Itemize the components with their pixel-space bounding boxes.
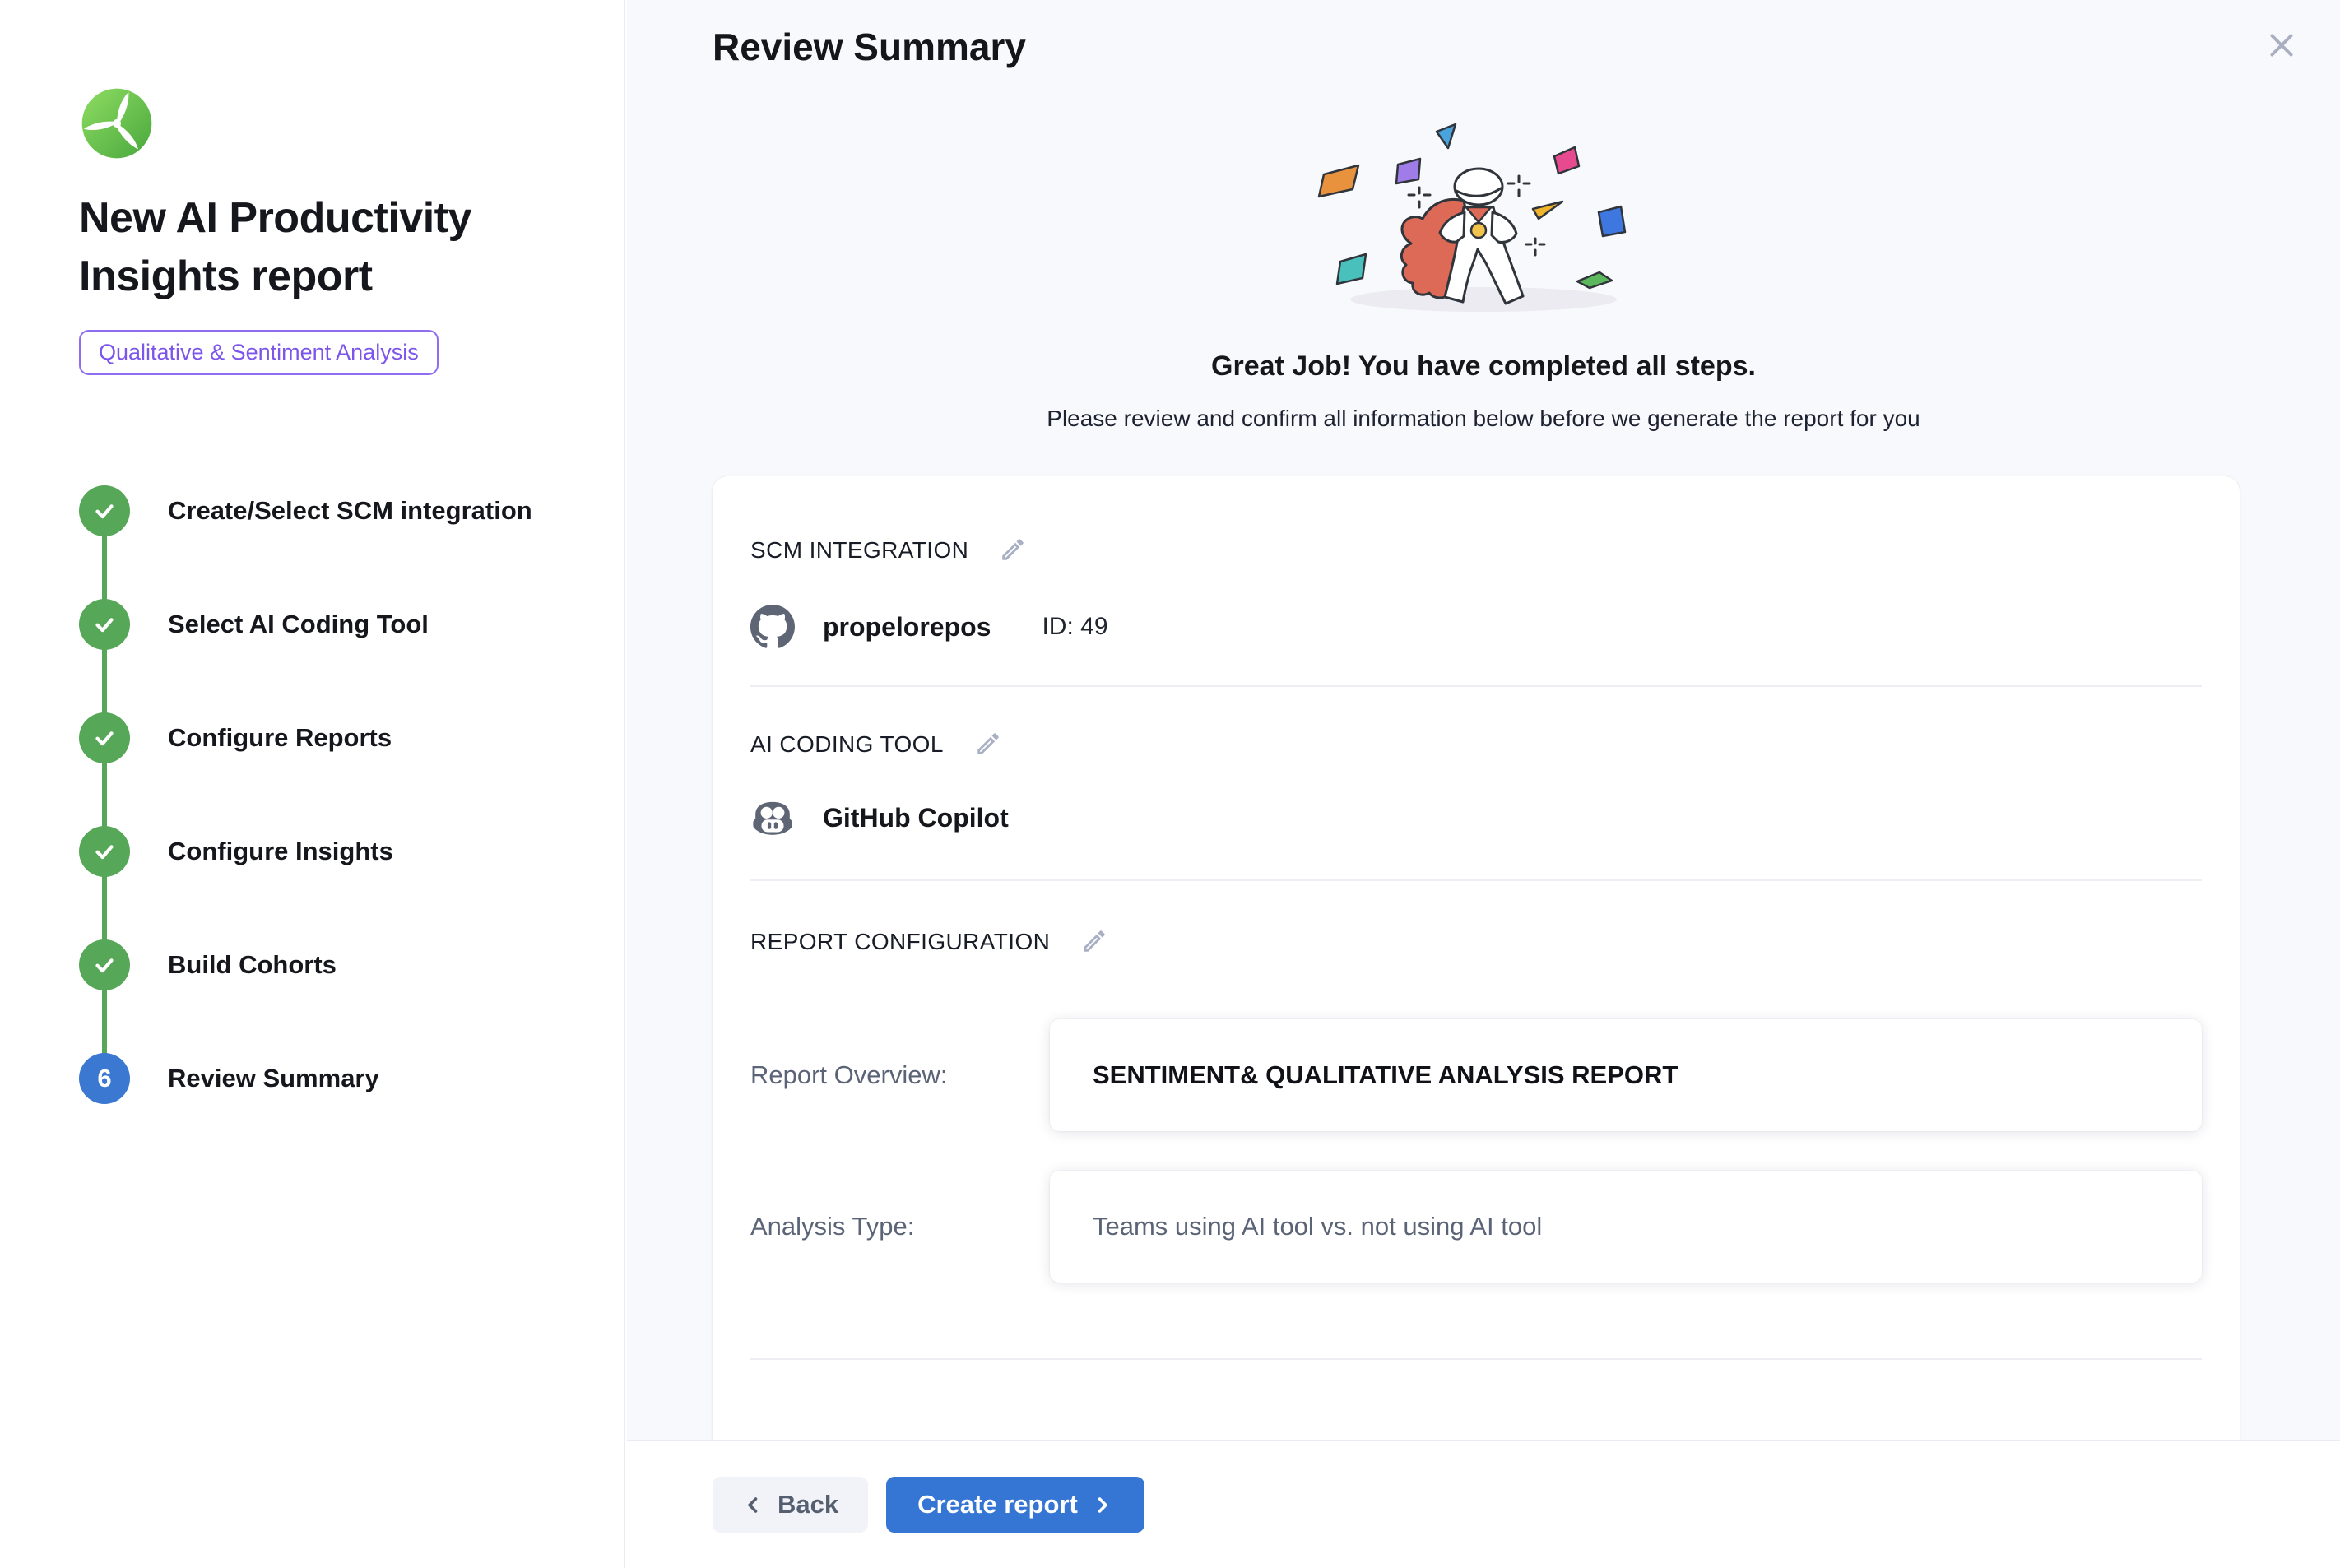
scm-integration-id: ID: 49: [1042, 613, 1107, 641]
create-report-button[interactable]: Create report: [886, 1477, 1144, 1533]
report-overview-row: Report Overview: SENTIMENT& QUALITATIVE …: [750, 1019, 2202, 1131]
edit-ai-coding-tool-button[interactable]: [973, 730, 1003, 759]
check-icon: [91, 951, 118, 979]
copilot-icon: [750, 796, 795, 840]
step-complete-circle: [79, 485, 130, 536]
step-label: Configure Reports: [168, 723, 392, 753]
summary-card: SCM INTEGRATION propelorepos ID: 49 AI C…: [713, 476, 2240, 1440]
analysis-type-label: Analysis Type:: [750, 1212, 1050, 1241]
chevron-left-icon: [742, 1494, 764, 1516]
analysis-type-row: Analysis Type: Teams using AI tool vs. n…: [750, 1171, 2202, 1283]
step-complete-circle: [79, 939, 130, 990]
edit-report-configuration-button[interactable]: [1079, 927, 1109, 957]
section-divider: [750, 685, 2202, 687]
step-configure-insights[interactable]: Configure Insights: [79, 795, 574, 908]
step-label: Build Cohorts: [168, 950, 337, 980]
wizard-stepper: Create/Select SCM integration Select AI …: [79, 454, 574, 1135]
ai-coding-tool-name: GitHub Copilot: [823, 803, 1009, 833]
check-icon: [91, 837, 118, 865]
back-button-label: Back: [778, 1490, 838, 1519]
step-label: Review Summary: [168, 1064, 379, 1093]
step-ai-coding-tool[interactable]: Select AI Coding Tool: [79, 568, 574, 681]
congrats-heading: Great Job! You have completed all steps.: [627, 350, 2340, 383]
pencil-icon: [999, 536, 1027, 564]
step-number: 6: [97, 1064, 111, 1093]
github-icon: [750, 605, 795, 649]
step-complete-circle: [79, 826, 130, 877]
back-button[interactable]: Back: [713, 1477, 868, 1533]
analysis-type-value: Teams using AI tool vs. not using AI too…: [1050, 1171, 2202, 1283]
scm-integration-name: propelorepos: [823, 612, 991, 643]
create-report-button-label: Create report: [917, 1490, 1078, 1519]
step-active-circle: 6: [79, 1053, 130, 1104]
page-title: Review Summary: [713, 25, 1026, 69]
report-overview-label: Report Overview:: [750, 1060, 1050, 1090]
congrats-subheading: Please review and confirm all informatio…: [627, 406, 2340, 432]
section-divider: [750, 1358, 2202, 1360]
close-icon: [2266, 30, 2297, 61]
step-label: Create/Select SCM integration: [168, 496, 532, 526]
check-icon: [91, 724, 118, 752]
check-icon: [91, 610, 118, 638]
ai-coding-tool-label: AI CODING TOOL: [750, 731, 944, 758]
report-type-badge: Qualitative & Sentiment Analysis: [79, 330, 439, 375]
wizard-title: New AI Productivity Insights report: [79, 189, 540, 305]
chevron-right-icon: [1091, 1494, 1113, 1516]
wizard-footer: Back Create report: [627, 1440, 2340, 1568]
step-complete-circle: [79, 712, 130, 763]
close-button[interactable]: [2266, 30, 2297, 61]
step-complete-circle: [79, 599, 130, 650]
scm-integration-label: SCM INTEGRATION: [750, 537, 968, 564]
step-build-cohorts[interactable]: Build Cohorts: [79, 908, 574, 1022]
step-scm-integration[interactable]: Create/Select SCM integration: [79, 454, 574, 568]
check-icon: [91, 497, 118, 525]
report-configuration-label: REPORT CONFIGURATION: [750, 929, 1050, 955]
step-label: Configure Insights: [168, 837, 393, 866]
step-label: Select AI Coding Tool: [168, 610, 429, 639]
step-review-summary[interactable]: 6 Review Summary: [79, 1022, 574, 1135]
wizard-sidebar: New AI Productivity Insights report Qual…: [0, 0, 625, 1568]
section-divider: [750, 879, 2202, 881]
propeller-logo: [79, 86, 155, 161]
review-summary-content: Review Summary: [627, 0, 2340, 1440]
pencil-icon: [1080, 927, 1108, 955]
step-configure-reports[interactable]: Configure Reports: [79, 681, 574, 795]
pencil-icon: [974, 730, 1002, 758]
edit-scm-integration-button[interactable]: [998, 536, 1028, 565]
review-summary-panel: Review Summary: [627, 0, 2340, 1568]
report-overview-value: SENTIMENT& QUALITATIVE ANALYSIS REPORT: [1050, 1019, 2202, 1131]
